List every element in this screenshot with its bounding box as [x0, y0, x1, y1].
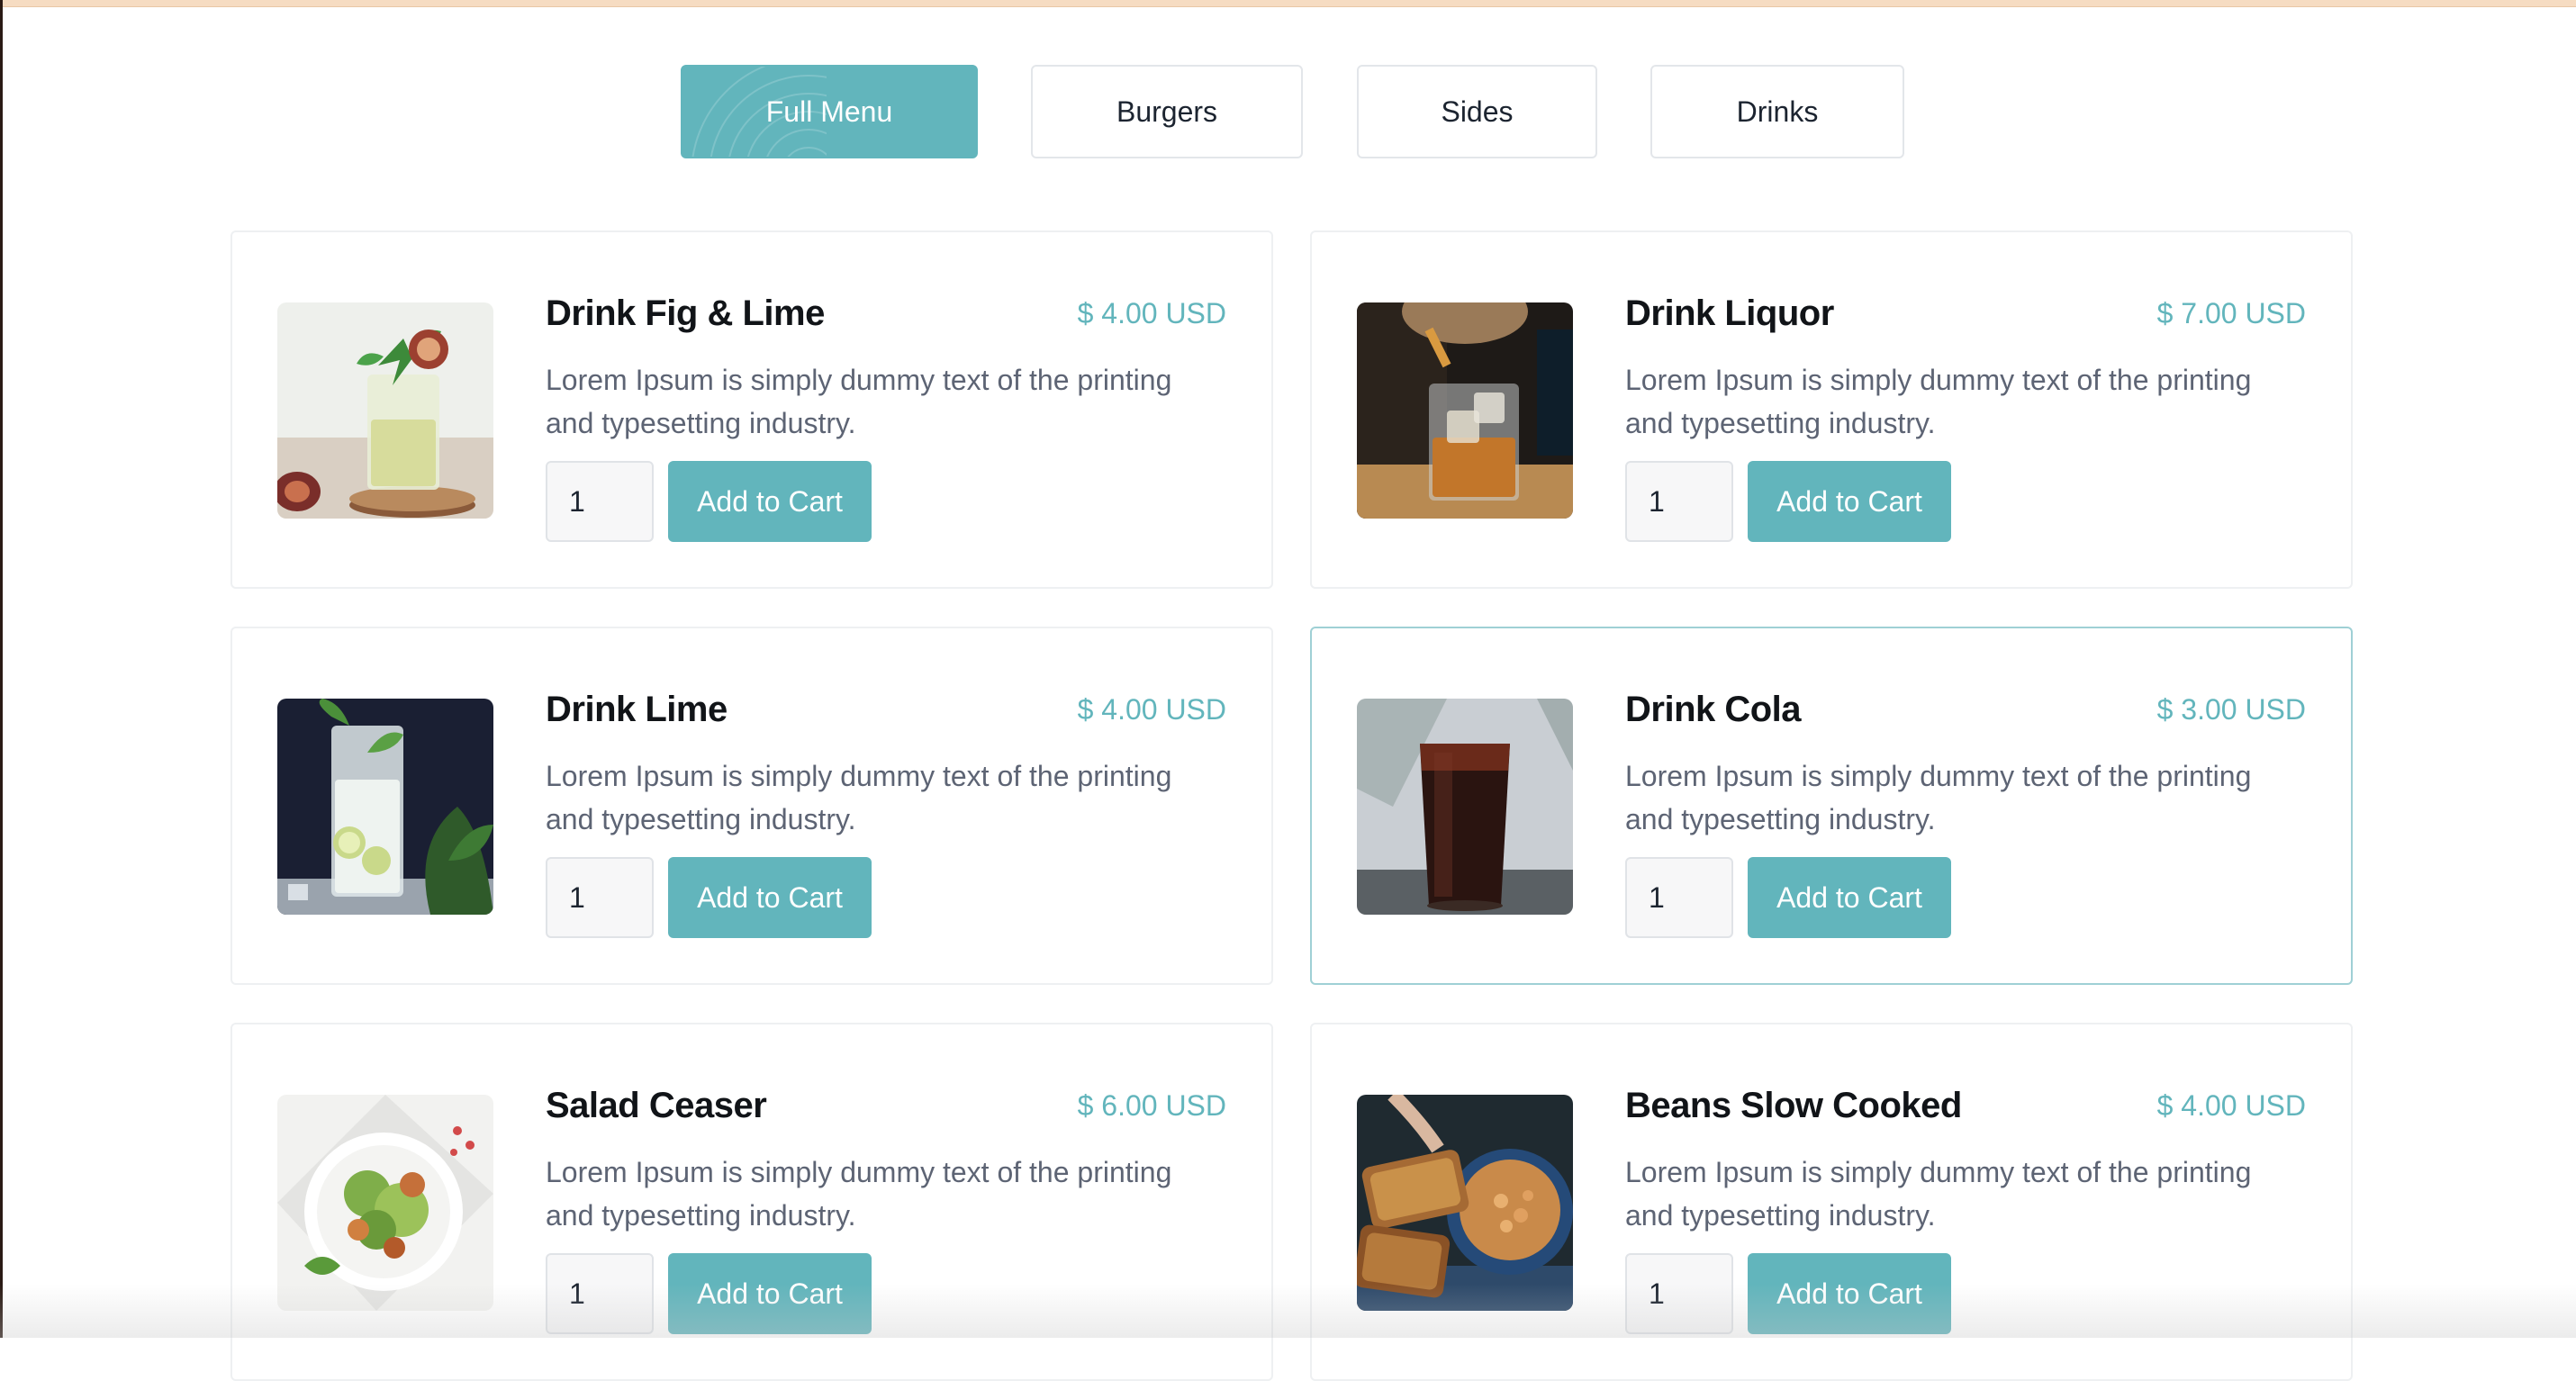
tab-label: Burgers — [1116, 95, 1218, 128]
item-title: Drink Liquor — [1625, 293, 1834, 333]
tab-burgers[interactable]: Burgers — [1031, 65, 1303, 158]
window-top-edge — [0, 0, 2576, 7]
liquor-pour-photo — [1357, 302, 1573, 519]
add-to-cart-button[interactable]: Add to Cart — [668, 857, 872, 938]
menu-item-card: Drink Liquor $ 7.00 USD Lorem Ipsum is s… — [1310, 230, 2353, 589]
tab-sides[interactable]: Sides — [1357, 65, 1597, 158]
lime-drink-photo — [277, 699, 493, 915]
item-price: $ 7.00 USD — [2156, 297, 2306, 329]
item-title: Beans Slow Cooked — [1625, 1086, 1962, 1125]
item-price: $ 6.00 USD — [1077, 1089, 1226, 1122]
item-title: Drink Cola — [1625, 690, 1802, 729]
item-price: $ 4.00 USD — [1077, 297, 1226, 329]
tab-label: Sides — [1441, 95, 1514, 128]
cola-glass-photo — [1357, 699, 1573, 915]
tab-drinks[interactable]: Drinks — [1650, 65, 1904, 158]
add-to-cart-button[interactable]: Add to Cart — [1748, 857, 1951, 938]
add-to-cart-button[interactable]: Add to Cart — [1748, 461, 1951, 542]
quantity-input[interactable] — [546, 857, 654, 938]
window-left-edge — [0, 0, 3, 1338]
item-title: Drink Fig & Lime — [546, 293, 825, 333]
item-description: Lorem Ipsum is simply dummy text of the … — [1625, 1156, 2252, 1232]
fig-lime-drink-photo — [277, 302, 493, 519]
item-title: Salad Ceaser — [546, 1086, 767, 1125]
menu-item-card: Salad Ceaser $ 6.00 USD Lorem Ipsum is s… — [230, 1023, 1273, 1381]
item-description: Lorem Ipsum is simply dummy text of the … — [546, 760, 1172, 835]
menu-item-card: Drink Cola $ 3.00 USD Lorem Ipsum is sim… — [1310, 627, 2353, 985]
menu-item-card: Drink Lime $ 4.00 USD Lorem Ipsum is sim… — [230, 627, 1273, 985]
tab-label: Drinks — [1736, 95, 1819, 128]
quantity-input[interactable] — [1625, 857, 1733, 938]
item-description: Lorem Ipsum is simply dummy text of the … — [1625, 760, 2252, 835]
item-price: $ 4.00 USD — [2156, 1089, 2306, 1122]
quantity-input[interactable] — [546, 461, 654, 542]
item-description: Lorem Ipsum is simply dummy text of the … — [546, 1156, 1172, 1232]
quantity-input[interactable] — [1625, 461, 1733, 542]
beans-toast-photo — [1357, 1095, 1573, 1311]
salad-bowl-photo — [277, 1095, 493, 1311]
menu-item-card: Beans Slow Cooked $ 4.00 USD Lorem Ipsum… — [1310, 1023, 2353, 1381]
add-to-cart-button[interactable]: Add to Cart — [1748, 1253, 1951, 1334]
item-description: Lorem Ipsum is simply dummy text of the … — [1625, 364, 2252, 439]
tab-label: Full Menu — [765, 95, 893, 128]
item-description: Lorem Ipsum is simply dummy text of the … — [546, 364, 1172, 439]
menu-item-card: Drink Fig & Lime $ 4.00 USD Lorem Ipsum … — [230, 230, 1273, 589]
tab-full-menu[interactable]: Full Menu — [681, 65, 978, 158]
quantity-input[interactable] — [1625, 1253, 1733, 1334]
item-title: Drink Lime — [546, 690, 728, 729]
item-price: $ 4.00 USD — [1077, 693, 1226, 726]
add-to-cart-button[interactable]: Add to Cart — [668, 1253, 872, 1334]
add-to-cart-button[interactable]: Add to Cart — [668, 461, 872, 542]
item-price: $ 3.00 USD — [2156, 693, 2306, 726]
quantity-input[interactable] — [546, 1253, 654, 1334]
